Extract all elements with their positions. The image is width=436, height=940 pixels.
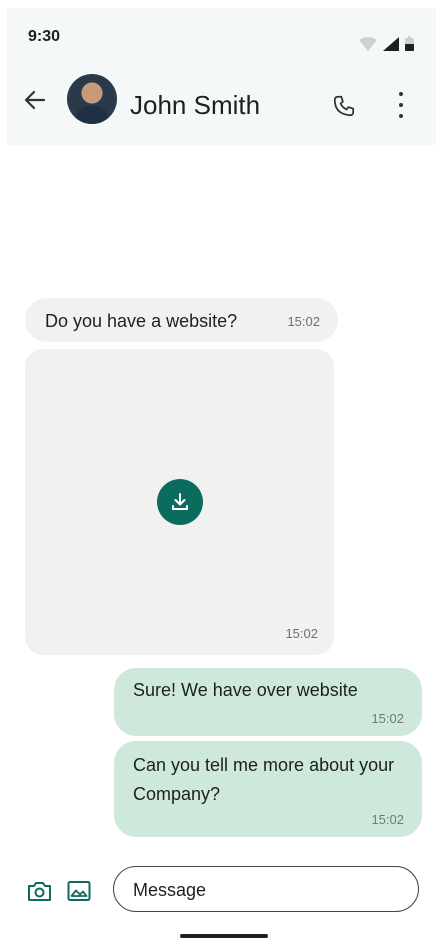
avatar[interactable] xyxy=(67,74,117,124)
gallery-icon xyxy=(67,881,91,901)
message-time: 15:02 xyxy=(287,314,320,329)
message-input[interactable]: Message xyxy=(113,866,419,912)
message-text: Can you tell me more about your Company? xyxy=(133,755,395,804)
message-time: 15:02 xyxy=(285,626,318,641)
contact-name[interactable]: John Smith xyxy=(130,90,260,121)
call-button[interactable] xyxy=(331,93,357,119)
back-button[interactable] xyxy=(20,85,50,115)
camera-button[interactable] xyxy=(27,880,52,902)
more-options-button[interactable] xyxy=(393,92,409,118)
more-vert-icon xyxy=(399,92,403,96)
gallery-button[interactable] xyxy=(67,880,91,902)
camera-icon xyxy=(28,882,51,901)
app-header xyxy=(7,8,436,145)
message-time: 15:02 xyxy=(371,711,404,726)
signal-icon xyxy=(383,37,399,51)
message-outgoing[interactable]: Sure! We have over website 15:02 xyxy=(114,668,422,736)
back-arrow-icon xyxy=(24,90,46,110)
download-button[interactable] xyxy=(157,479,203,525)
message-time: 15:02 xyxy=(371,812,404,827)
status-icons xyxy=(359,36,414,51)
home-indicator[interactable] xyxy=(180,934,268,938)
battery-icon xyxy=(405,36,414,51)
message-text: Sure! We have over website xyxy=(133,680,358,700)
message-placeholder: Message xyxy=(133,880,207,900)
message-text: Do you have a website? xyxy=(45,311,238,331)
status-time: 9:30 xyxy=(28,28,61,45)
message-incoming[interactable]: Do you have a website? 15:02 xyxy=(25,298,338,342)
phone-icon xyxy=(333,95,355,117)
media-message[interactable]: 15:02 xyxy=(25,349,334,655)
download-icon xyxy=(172,493,188,510)
message-outgoing[interactable]: Can you tell me more about your Company?… xyxy=(114,741,422,837)
wifi-icon xyxy=(359,37,377,51)
